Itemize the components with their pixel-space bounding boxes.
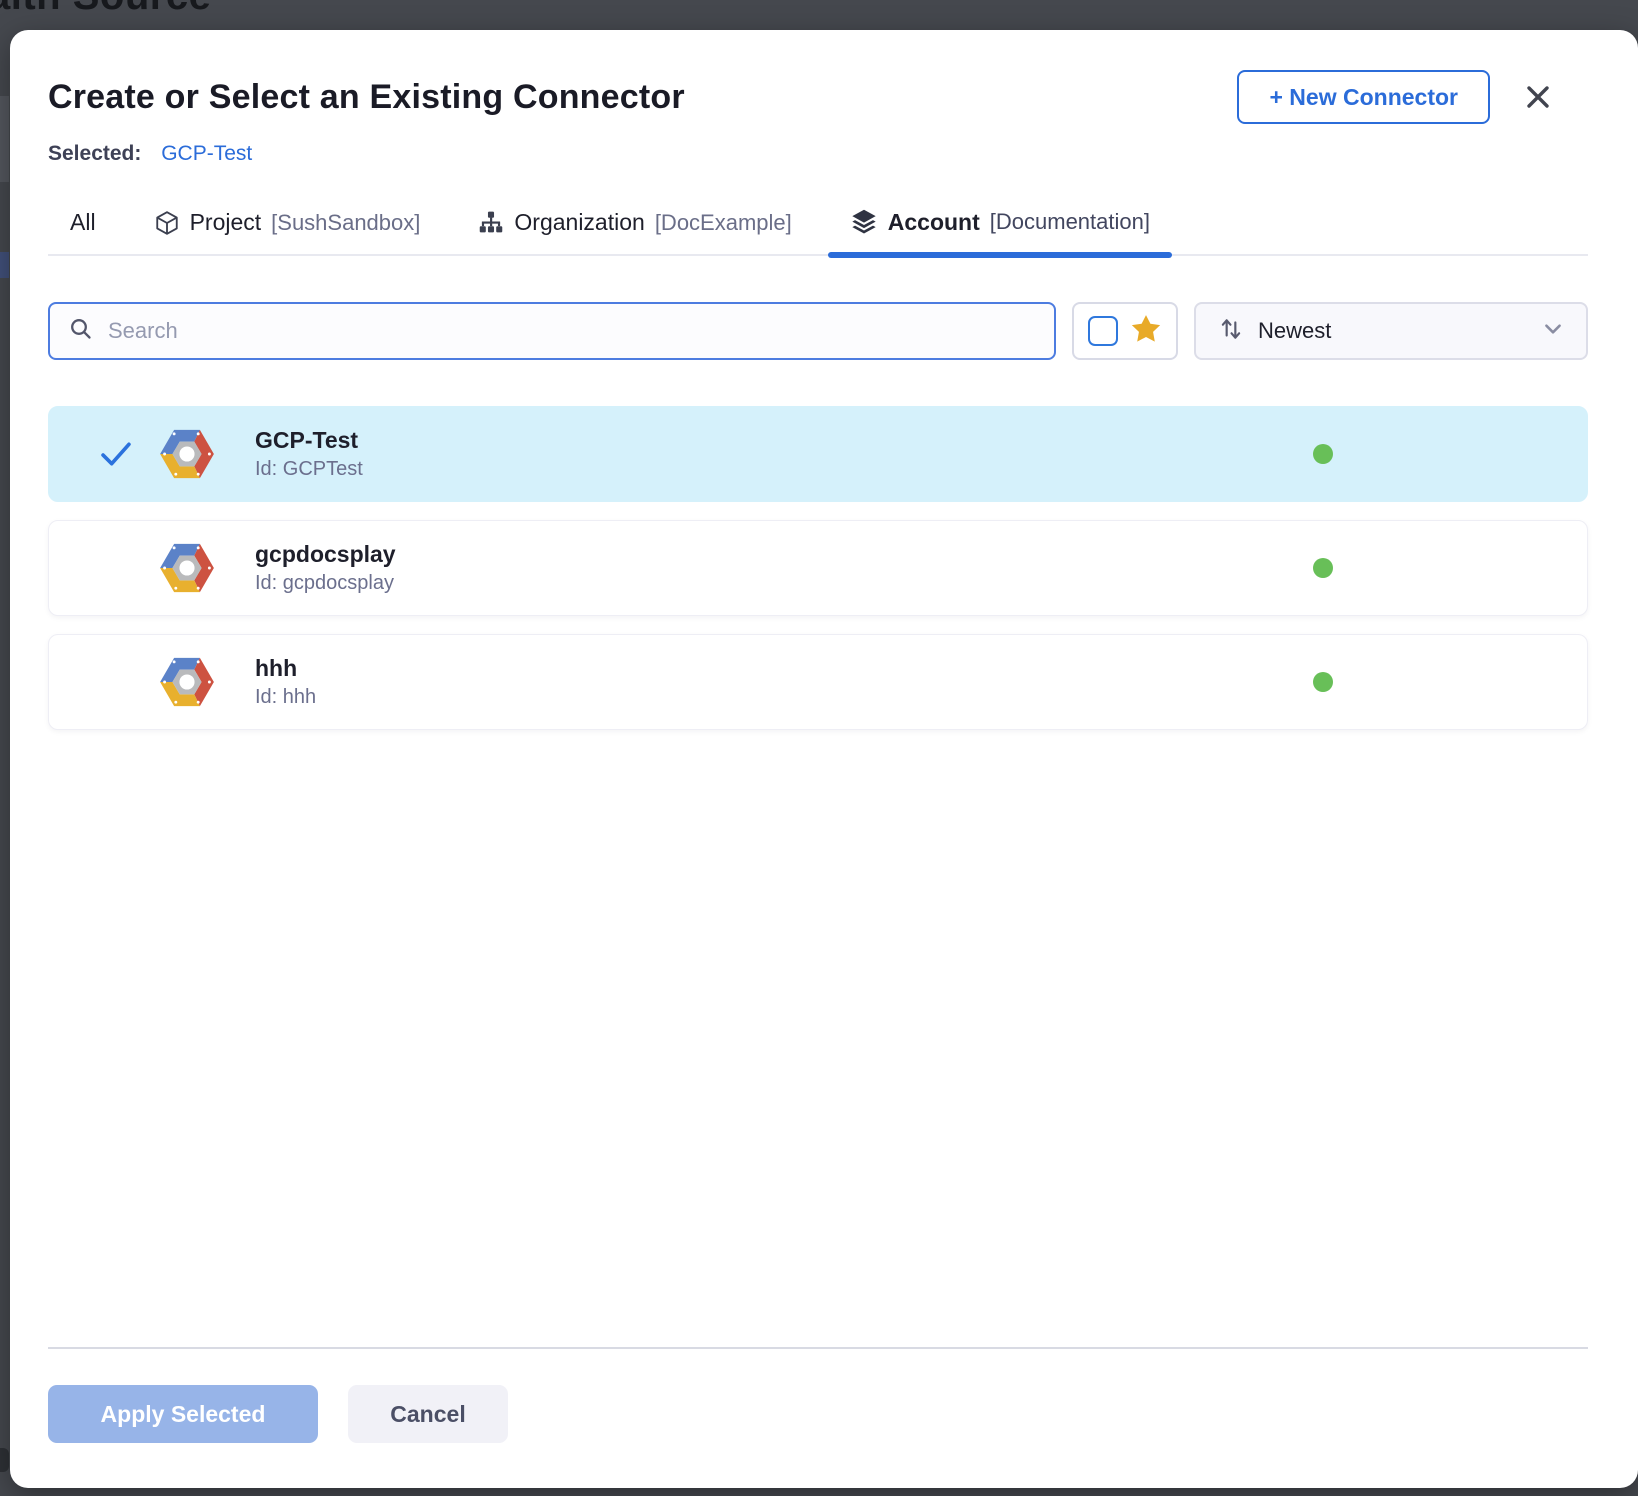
- filter-row: Newest: [48, 302, 1588, 360]
- connector-name: GCP-Test: [255, 427, 363, 454]
- modal-header: Create or Select an Existing Connector +…: [48, 70, 1588, 124]
- connector-list: GCP-Test Id: GCPTest: [48, 406, 1588, 730]
- star-icon: [1130, 313, 1162, 350]
- selected-label: Selected:: [48, 142, 141, 165]
- status-dot: [1313, 558, 1333, 578]
- tab-scope: [DocExample]: [655, 210, 792, 236]
- connector-id: Id: hhh: [255, 686, 316, 709]
- tab-label: Account: [888, 209, 980, 236]
- background-page-title: alth Source: [0, 0, 211, 19]
- connector-text: gcpdocsplay Id: gcpdocsplay: [255, 541, 396, 595]
- tab-label: Project: [190, 209, 262, 236]
- tab-label: Organization: [514, 209, 644, 236]
- search-icon: [68, 316, 94, 347]
- selected-check-icon: [99, 440, 133, 468]
- connector-select-modal: Create or Select an Existing Connector +…: [10, 30, 1638, 1488]
- tab-account[interactable]: Account [Documentation]: [828, 208, 1172, 254]
- connector-name: gcpdocsplay: [255, 541, 396, 568]
- tab-organization[interactable]: Organization [DocExample]: [456, 209, 813, 254]
- apply-selected-button[interactable]: Apply Selected: [48, 1385, 318, 1443]
- favorites-checkbox[interactable]: [1088, 316, 1118, 346]
- background-fragment: [0, 96, 9, 182]
- new-connector-button[interactable]: + New Connector: [1237, 70, 1490, 124]
- favorites-filter: [1072, 302, 1178, 360]
- connector-id: Id: GCPTest: [255, 458, 363, 481]
- gcp-connector-icon: [159, 540, 215, 596]
- selected-connector-link[interactable]: GCP-Test: [161, 142, 252, 165]
- chevron-down-icon: [1542, 318, 1564, 345]
- cube-icon: [154, 210, 180, 236]
- modal-title: Create or Select an Existing Connector: [48, 78, 1237, 117]
- gcp-connector-icon: [159, 426, 215, 482]
- status-dot: [1313, 672, 1333, 692]
- connector-row[interactable]: gcpdocsplay Id: gcpdocsplay: [48, 520, 1588, 616]
- close-icon: [1524, 99, 1552, 114]
- modal-footer: Apply Selected Cancel: [48, 1347, 1588, 1443]
- connector-id: Id: gcpdocsplay: [255, 572, 396, 595]
- scope-tabs: All Project [SushSandbox]: [48, 208, 1588, 256]
- tab-label: All: [70, 209, 96, 236]
- check-slot: [73, 440, 159, 468]
- gcp-connector-icon: [159, 654, 215, 710]
- close-button[interactable]: [1524, 83, 1552, 111]
- org-chart-icon: [478, 210, 504, 236]
- search-box: [48, 302, 1056, 360]
- sort-selected-option: Newest: [1258, 318, 1528, 344]
- search-input[interactable]: [108, 318, 1036, 344]
- selected-line: Selected: GCP-Test: [48, 142, 1588, 166]
- background-fragment: [0, 252, 9, 278]
- cancel-button[interactable]: Cancel: [348, 1385, 508, 1443]
- sort-arrows-icon: [1218, 316, 1244, 347]
- sort-dropdown[interactable]: Newest: [1194, 302, 1588, 360]
- layers-icon: [850, 208, 878, 236]
- check-slot: [73, 554, 159, 582]
- check-slot: [73, 668, 159, 696]
- connector-text: GCP-Test Id: GCPTest: [255, 427, 363, 481]
- tab-scope: [SushSandbox]: [271, 210, 420, 236]
- tab-scope: [Documentation]: [990, 209, 1150, 235]
- connector-text: hhh Id: hhh: [255, 655, 316, 709]
- connector-name: hhh: [255, 655, 316, 682]
- connector-row[interactable]: GCP-Test Id: GCPTest: [48, 406, 1588, 502]
- connector-row[interactable]: hhh Id: hhh: [48, 634, 1588, 730]
- tab-all[interactable]: All: [48, 209, 118, 254]
- tab-project[interactable]: Project [SushSandbox]: [132, 209, 443, 254]
- background-fragment: [0, 1448, 9, 1472]
- status-dot: [1313, 444, 1333, 464]
